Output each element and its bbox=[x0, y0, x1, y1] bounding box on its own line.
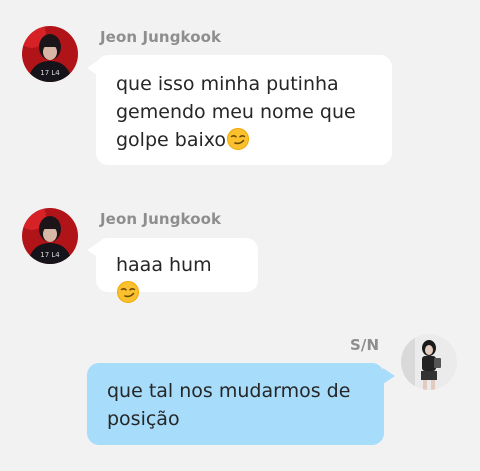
sender-name: S/N bbox=[350, 336, 380, 354]
message-line: golpe baixo bbox=[116, 129, 227, 151]
message-line: que tal nos mudarmos de bbox=[107, 380, 351, 402]
svg-text:17 L4: 17 L4 bbox=[40, 251, 60, 259]
sender-name: Jeon Jungkook bbox=[100, 210, 222, 228]
message-line: haaa hum bbox=[116, 254, 212, 276]
message-bubble-outgoing[interactable]: que tal nos mudarmos de posição bbox=[87, 363, 384, 445]
user-avatar[interactable] bbox=[401, 334, 457, 390]
message-line: posição bbox=[107, 408, 180, 430]
sender-avatar[interactable]: 17 L4 bbox=[22, 208, 78, 264]
message-line: gemendo meu nome que bbox=[116, 101, 356, 123]
sender-name: Jeon Jungkook bbox=[100, 28, 222, 46]
bubble-tail bbox=[383, 368, 395, 384]
message-bubble-incoming[interactable]: que isso minha putinha gemendo meu nome … bbox=[96, 55, 392, 165]
sender-avatar[interactable]: 17 L4 bbox=[22, 26, 78, 82]
svg-text:17 L4: 17 L4 bbox=[40, 69, 60, 77]
message-line: que isso minha putinha bbox=[116, 73, 339, 95]
smirking-face-icon bbox=[227, 128, 250, 150]
smirking-face-icon bbox=[117, 281, 139, 303]
message-bubble-incoming[interactable]: haaa hum bbox=[96, 238, 258, 303]
